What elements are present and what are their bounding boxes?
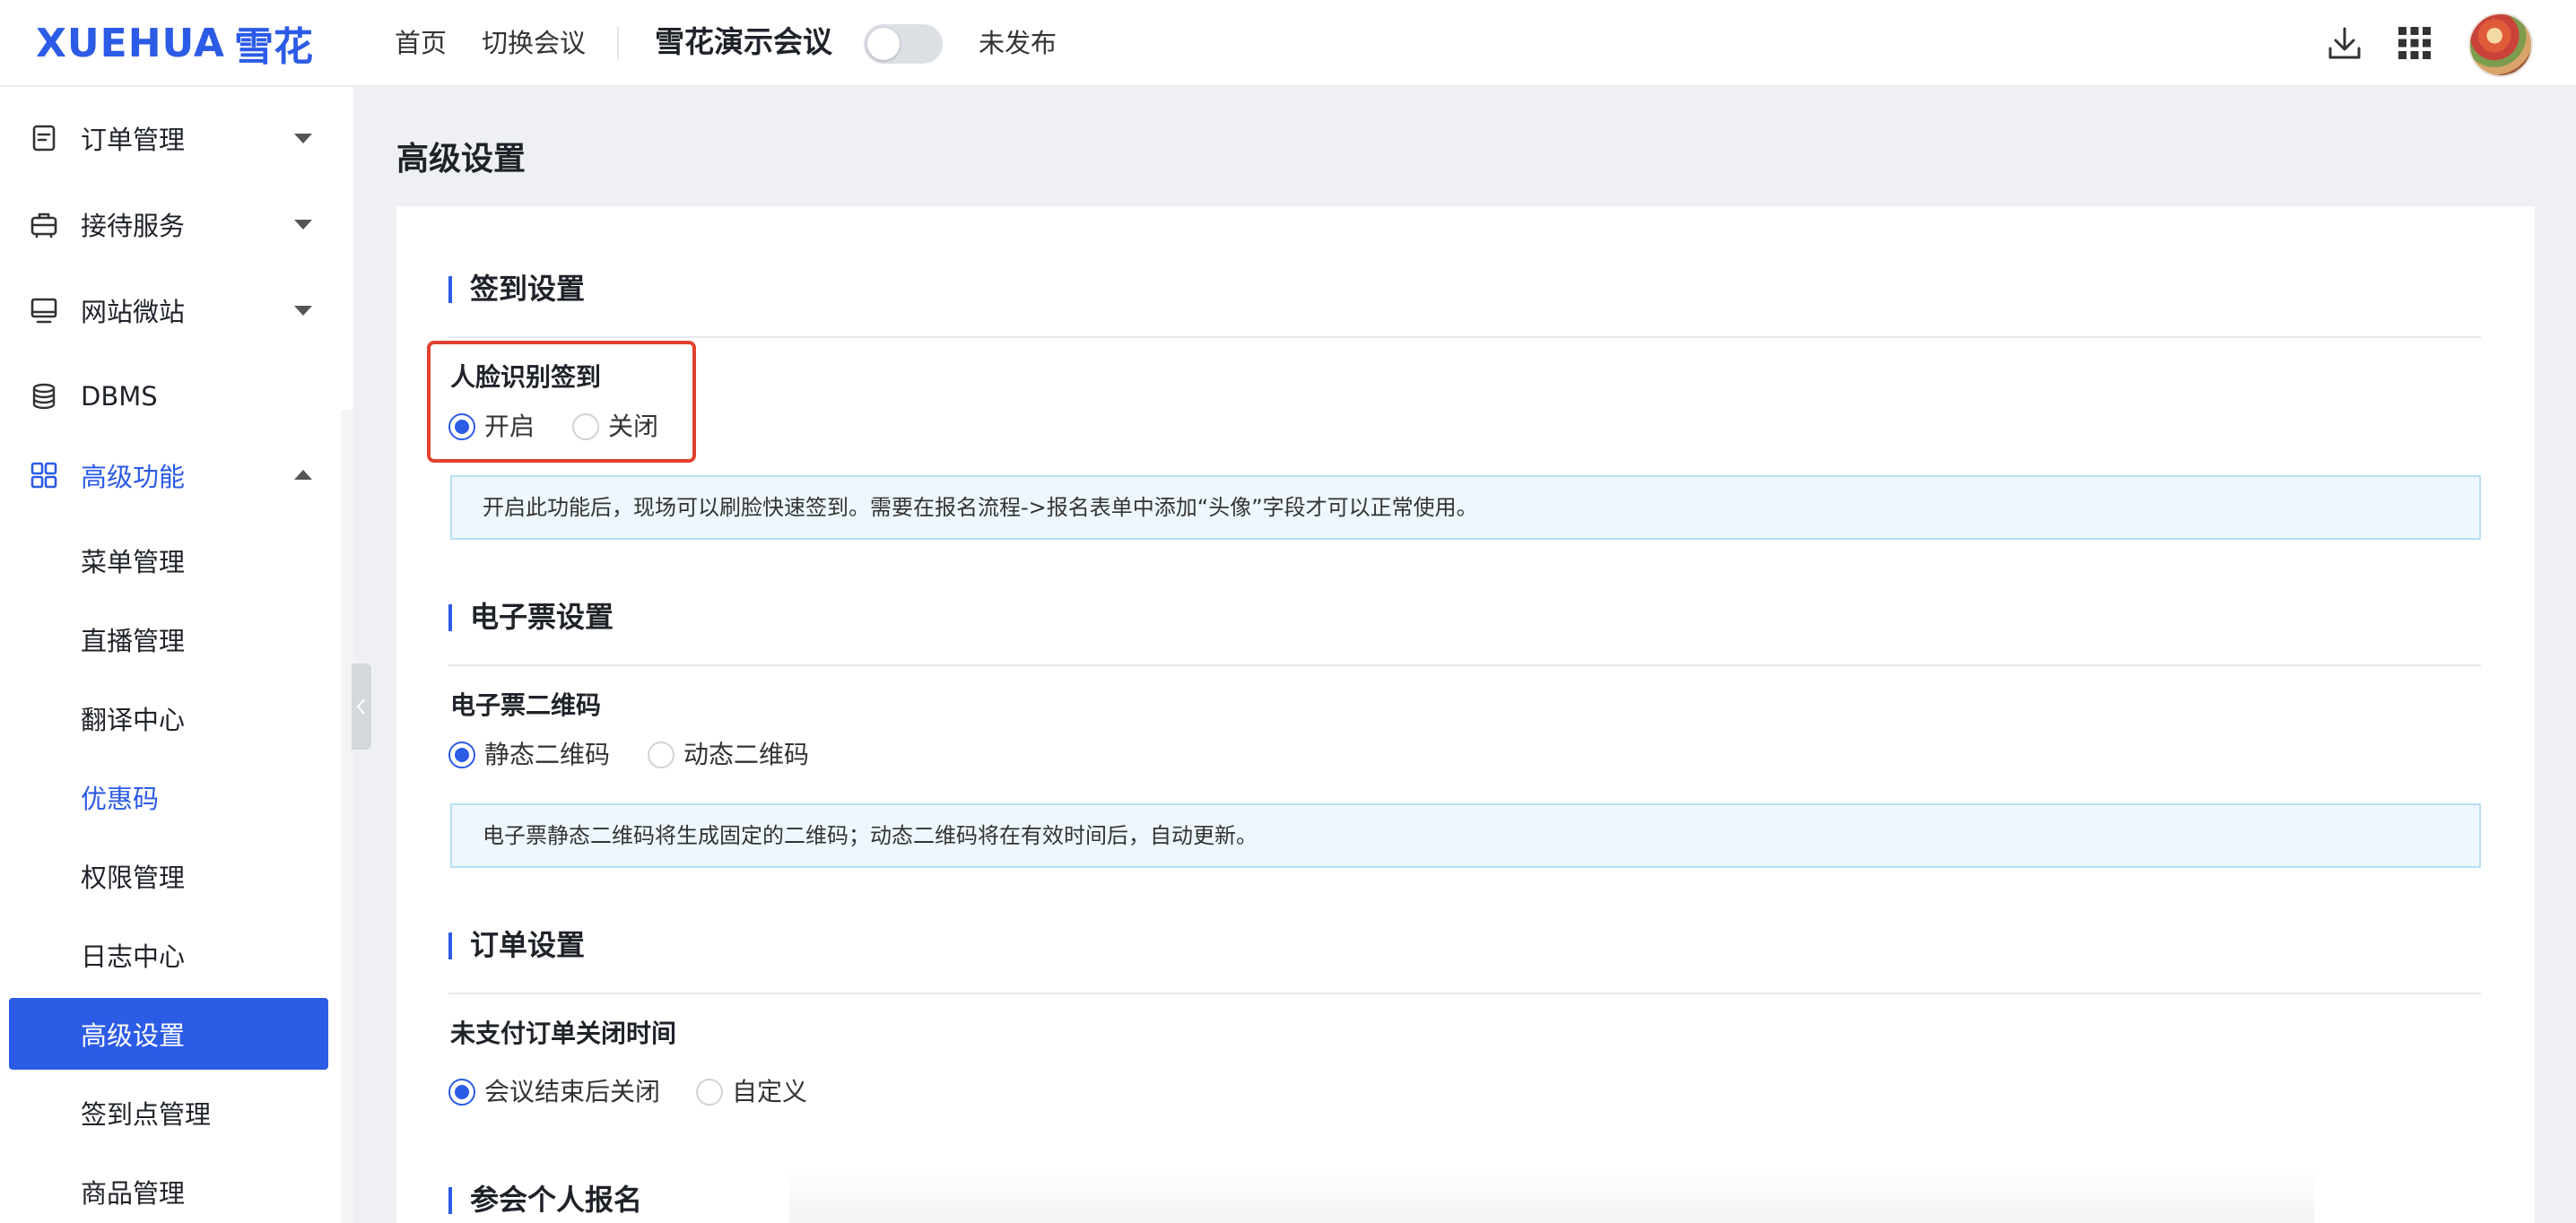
publish-status: 未发布 [979,28,1057,58]
radio-close-after-meeting[interactable]: 会议结束后关闭 [448,1076,660,1108]
sidebar-item-coupon[interactable]: 优惠码 [9,761,328,833]
settings-card: 签到设置 人脸识别签到 开启 关闭 开启此功能后，现场可以刷脸快速签到。需要在报… [396,206,2535,1223]
caret-down-icon [294,134,312,143]
sidebar-item-orders[interactable]: 订单管理 [0,102,353,174]
radio-label: 关闭 [608,412,659,441]
sidebar-item-label: 菜单管理 [81,547,186,577]
section-title-order: 订单设置 [448,927,585,963]
nav-home-link[interactable]: 首页 [395,25,447,61]
radio-dot [696,1079,723,1106]
sidebar-item-translation[interactable]: 翻译中心 [9,682,328,754]
database-icon [32,383,56,410]
sidebar-scrollbar[interactable] [341,410,353,1223]
sidebar-item-label: 优惠码 [81,784,160,814]
sidebar-item-label: 日志中心 [81,941,186,972]
section-divider [448,993,2481,994]
download-icon[interactable] [2323,22,2366,65]
monitor-icon [30,298,57,324]
radio-face-off[interactable]: 关闭 [572,411,658,443]
tip-face-checkin: 开启此功能后，现场可以刷脸快速签到。需要在报名流程->报名表单中添加“头像”字段… [450,475,2481,540]
section-title-individual-registration: 参会个人报名 [448,1182,642,1218]
radio-dot [448,1079,475,1106]
grid-icon [30,462,57,489]
sidebar-item-dbms[interactable]: DBMS [0,360,353,432]
sidebar-item-label: 商品管理 [81,1178,186,1209]
sidebar-item-label: 接待服务 [81,211,186,241]
field-label-face-checkin: 人脸识别签到 [450,362,602,392]
field-label-unpaid-close: 未支付订单关闭时间 [450,1019,677,1048]
sidebar-item-advanced[interactable]: 高级功能 [0,439,353,511]
sidebar-item-menu-mgmt[interactable]: 菜单管理 [9,525,328,596]
sidebar-item-reception[interactable]: 接待服务 [0,188,353,260]
logo-text: XUEHUA [36,20,225,66]
section-divider [448,336,2481,338]
radio-dynamic-qr[interactable]: 动态二维码 [648,739,809,771]
toggle-knob [867,28,900,60]
caret-down-icon [294,220,312,230]
sidebar-item-label: 订单管理 [81,125,186,155]
suitcase-icon [30,213,57,239]
sidebar-item-label: DBMS [81,381,158,412]
apps-grid-icon[interactable] [2393,22,2436,65]
radio-dot [448,413,475,440]
meeting-name: 雪花演示会议 [655,24,832,59]
radio-static-qr[interactable]: 静态二维码 [448,739,610,771]
radio-label: 静态二维码 [484,740,611,769]
nav-divider [617,27,619,59]
logo-cjk-text: 雪花 [233,24,313,70]
sidebar-item-label: 权限管理 [81,863,186,893]
sidebar-item-label: 网站微站 [81,297,186,327]
sidebar-item-label: 翻译中心 [81,705,186,735]
sidebar-item-logs[interactable]: 日志中心 [9,919,328,991]
section-title-eticket: 电子票设置 [448,599,614,635]
sidebar-item-label: 直播管理 [81,626,186,656]
radio-label: 自定义 [732,1077,808,1106]
sidebar-item-label: 高级功能 [81,462,186,492]
sidebar: 订单管理 接待服务 网站微站 DBMS 高级功能 菜单管理 直播管理 翻译中心 … [0,87,353,1223]
sidebar-item-live-mgmt[interactable]: 直播管理 [9,603,328,675]
sidebar-item-permissions[interactable]: 权限管理 [9,840,328,912]
radio-dot [648,742,674,768]
brand-logo[interactable]: XUEHUA 雪花 [36,20,313,71]
chevron-left-icon [356,698,365,715]
radio-dot [572,413,599,440]
sidebar-item-checkin-points[interactable]: 签到点管理 [9,1077,328,1149]
sidebar-item-label: 高级设置 [81,1020,186,1051]
radio-label: 动态二维码 [683,740,810,769]
radio-face-on[interactable]: 开启 [448,411,535,443]
radio-label: 开启 [484,412,535,441]
field-label-eticket-qr: 电子票二维码 [450,690,602,720]
page-title: 高级设置 [396,141,527,178]
sidebar-item-label: 签到点管理 [81,1099,212,1130]
publish-toggle[interactable] [864,24,943,64]
caret-down-icon [294,306,312,316]
radio-custom-close[interactable]: 自定义 [696,1076,807,1108]
document-icon [32,125,56,152]
sidebar-item-advanced-settings[interactable]: 高级设置 [9,998,328,1070]
radio-dot [448,742,475,768]
sidebar-collapse-handle[interactable] [352,664,371,750]
section-title-checkin: 签到设置 [448,271,585,307]
nav-switch-meeting-link[interactable]: 切换会议 [482,25,586,61]
top-header: XUEHUA 雪花 首页 切换会议 雪花演示会议 未发布 [0,0,2576,86]
section-divider [448,664,2481,666]
caret-up-icon [294,470,312,480]
tip-eticket-qr: 电子票静态二维码将生成固定的二维码；动态二维码将在有效时间后，自动更新。 [450,803,2481,868]
user-avatar[interactable] [2468,13,2533,77]
radio-label: 会议结束后关闭 [484,1077,661,1106]
sidebar-item-products[interactable]: 商品管理 [9,1156,328,1223]
sidebar-item-website[interactable]: 网站微站 [0,274,353,346]
